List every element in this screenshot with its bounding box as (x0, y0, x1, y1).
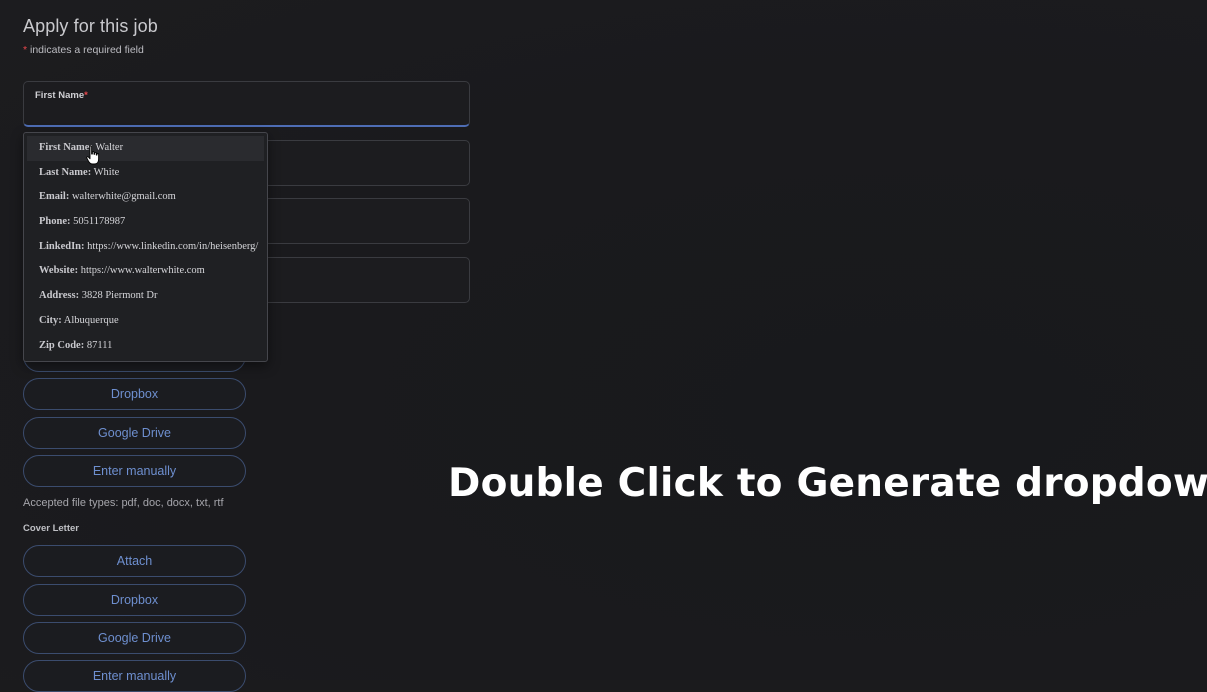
dropdown-item-city[interactable]: City: Albuquerque (27, 309, 264, 334)
autofill-dropdown: First Name: Walter Last Name: White Emai… (23, 132, 268, 362)
dropdown-item-phone[interactable]: Phone: 5051178987 (27, 210, 264, 235)
required-field-note: * indicates a required field (23, 44, 144, 56)
application-page: Apply for this job * indicates a require… (0, 0, 1207, 692)
resume-dropbox-button[interactable]: Dropbox (23, 378, 246, 410)
dropdown-item-zip-code[interactable]: Zip Code: 87111 (27, 334, 264, 359)
cover-letter-dropbox-button[interactable]: Dropbox (23, 584, 246, 616)
dropdown-item-linkedin[interactable]: LinkedIn: https://www.linkedin.com/in/he… (27, 235, 264, 260)
cover-letter-google-drive-button[interactable]: Google Drive (23, 622, 246, 654)
cover-letter-attach-button[interactable]: Attach (23, 545, 246, 577)
page-title: Apply for this job (23, 16, 158, 36)
resume-enter-manually-button[interactable]: Enter manually (23, 455, 246, 487)
dropdown-item-last-name[interactable]: Last Name: White (27, 161, 264, 186)
accepted-file-types: Accepted file types: pdf, doc, docx, txt… (23, 497, 224, 509)
cover-letter-label: Cover Letter (23, 523, 79, 534)
hand-cursor-icon (86, 145, 100, 165)
first-name-label: First Name* (35, 90, 88, 101)
dropdown-item-website[interactable]: Website: https://www.walterwhite.com (27, 259, 264, 284)
cover-letter-enter-manually-button[interactable]: Enter manually (23, 660, 246, 692)
overlay-caption: Double Click to Generate dropdown (448, 461, 1207, 506)
dropdown-item-first-name[interactable]: First Name: Walter (27, 136, 264, 161)
first-name-field[interactable]: First Name* (23, 81, 470, 127)
dropdown-item-address[interactable]: Address: 3828 Piermont Dr (27, 284, 264, 309)
required-note-text: indicates a required field (27, 44, 144, 56)
dropdown-item-email[interactable]: Email: walterwhite@gmail.com (27, 185, 264, 210)
resume-google-drive-button[interactable]: Google Drive (23, 417, 246, 449)
